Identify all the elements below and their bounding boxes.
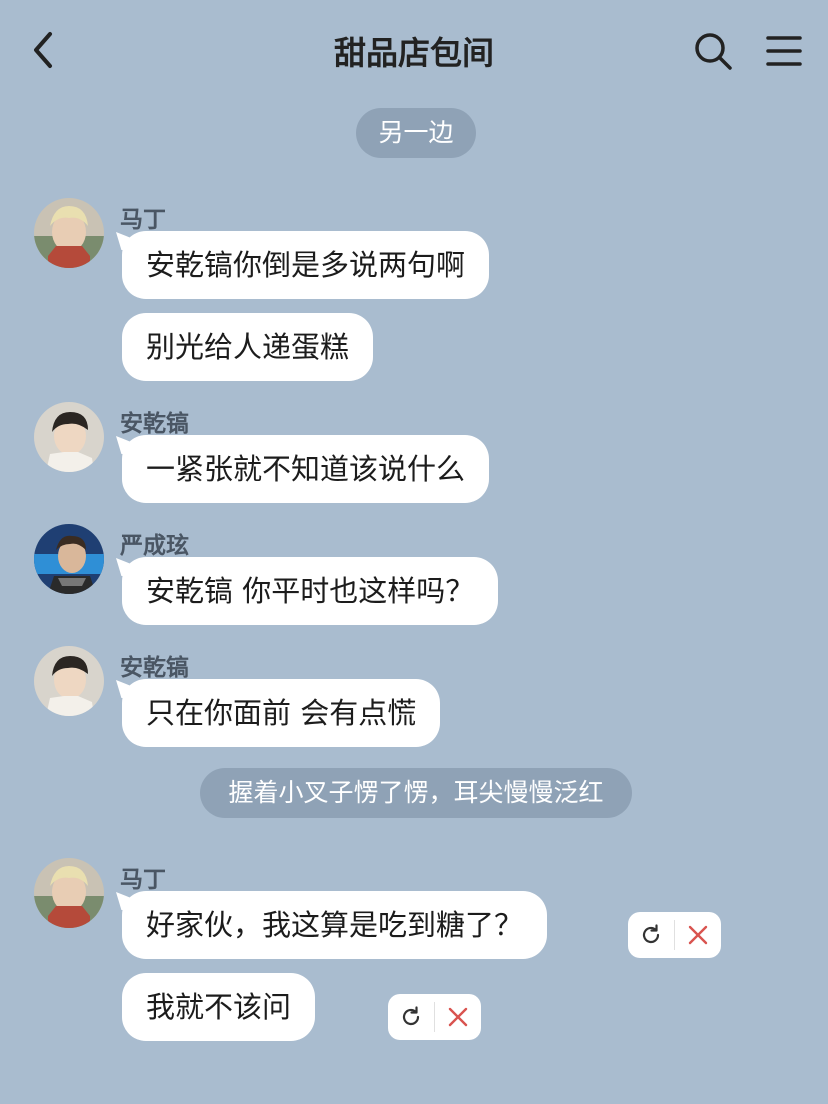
refresh-icon — [402, 1006, 420, 1026]
avatar[interactable] — [34, 198, 104, 268]
search-icon — [695, 33, 732, 70]
menu-button[interactable] — [764, 32, 804, 70]
system-note: 另一边 — [356, 108, 476, 158]
avatar[interactable] — [34, 646, 104, 716]
close-icon — [688, 925, 708, 945]
regenerate-button[interactable] — [628, 912, 674, 958]
regenerate-button[interactable] — [388, 994, 434, 1040]
message-bubble[interactable]: 只在你面前 会有点慌 — [122, 679, 441, 747]
chevron-left-icon — [34, 32, 52, 68]
message-bubble[interactable]: 一紧张就不知道该说什么 — [122, 435, 490, 503]
message-bubble[interactable]: 安乾镐 你平时也这样吗？ — [122, 557, 499, 625]
sender-name: 严成玹 — [120, 533, 189, 559]
delete-button[interactable] — [435, 994, 481, 1040]
back-button[interactable] — [24, 26, 64, 74]
refresh-icon — [642, 924, 660, 944]
hamburger-menu-icon — [766, 36, 802, 66]
message-bubble[interactable]: 安乾镐你倒是多说两句啊 — [122, 231, 490, 299]
search-button[interactable] — [692, 30, 734, 72]
message-actions — [628, 912, 721, 958]
avatar[interactable] — [34, 858, 104, 928]
message-actions — [388, 994, 481, 1040]
system-note: 握着小叉子愣了愣，耳尖慢慢泛红 — [200, 768, 632, 818]
avatar[interactable] — [34, 402, 104, 472]
avatar[interactable] — [34, 524, 104, 594]
sender-name: 马丁 — [120, 867, 166, 893]
delete-button[interactable] — [675, 912, 721, 958]
sender-name: 安乾镐 — [120, 655, 189, 681]
close-icon — [448, 1007, 468, 1027]
sender-name: 马丁 — [120, 207, 166, 233]
chat-header: 甜品店包间 — [0, 0, 828, 100]
message-bubble[interactable]: 好家伙，我这算是吃到糖了？ — [122, 891, 548, 959]
sender-name: 安乾镐 — [120, 411, 189, 437]
message-bubble[interactable]: 别光给人递蛋糕 — [122, 313, 374, 381]
message-bubble[interactable]: 我就不该问 — [122, 973, 316, 1041]
